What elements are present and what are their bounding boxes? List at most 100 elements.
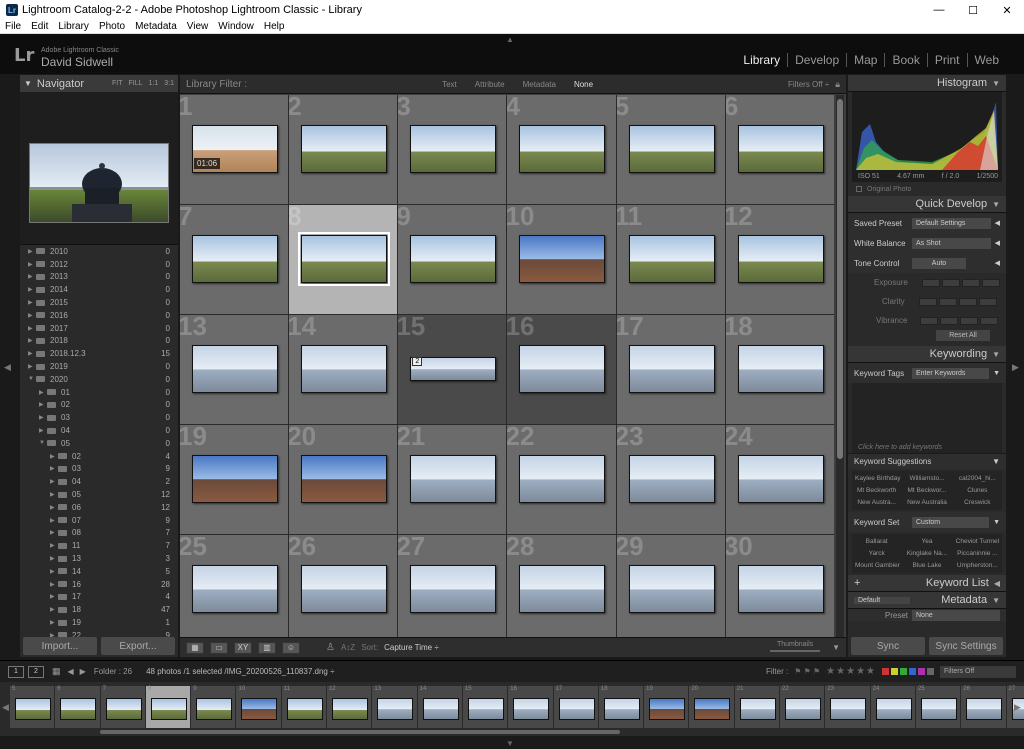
thumbnails-slider[interactable]: Thumbnails [770, 641, 821, 655]
original-photo-toggle[interactable]: Original Photo [848, 182, 1006, 196]
zoom-3-1[interactable]: 3:1 [164, 80, 174, 87]
menu-window[interactable]: Window [213, 21, 259, 32]
keyword-suggestions-header[interactable]: Keyword Suggestions ▼ [848, 453, 1006, 469]
photo-thumbnail[interactable] [410, 565, 497, 613]
menu-view[interactable]: View [182, 21, 214, 32]
rating-filter-stars[interactable]: ★★★★★ [826, 666, 876, 677]
expanded-triangle-icon[interactable]: ▼ [28, 376, 36, 382]
folder-row[interactable]: ▶ 2017 0 [20, 322, 178, 335]
expanded-triangle-icon[interactable]: ▼ [39, 440, 47, 446]
photo-thumbnail[interactable] [301, 345, 388, 393]
folder-row[interactable]: ▶ 2019 0 [20, 360, 178, 373]
keyword-entry-box[interactable]: Click here to add keywords [852, 383, 1002, 453]
import-button[interactable]: Import... [23, 637, 97, 655]
module-map[interactable]: Map [846, 53, 884, 67]
filmstrip-cell[interactable]: 13 [372, 686, 418, 728]
photo-thumbnail[interactable] [737, 125, 824, 173]
photo-thumbnail[interactable] [410, 125, 497, 173]
photo-thumbnail[interactable] [737, 235, 824, 283]
photo-thumbnail[interactable] [519, 455, 606, 503]
folder-row[interactable]: ▶ 18 47 [20, 603, 178, 616]
people-view-icon[interactable]: ☺ [282, 641, 300, 654]
menu-metadata[interactable]: Metadata [130, 21, 182, 32]
collapsed-triangle-icon[interactable]: ▶ [39, 427, 47, 434]
filmstrip-left-icon[interactable]: ◀ [2, 702, 9, 713]
photo-thumbnail[interactable] [298, 232, 391, 286]
grid-icon[interactable]: ▦ [52, 666, 61, 677]
photo-thumbnail[interactable] [628, 235, 715, 283]
folder-row[interactable]: ▶ 08 7 [20, 527, 178, 540]
dropdown-triangle-icon[interactable]: ▼ [993, 370, 1000, 377]
grid-cell[interactable]: 28 [507, 535, 616, 637]
folder-row[interactable]: ▶ 03 9 [20, 463, 178, 476]
right-panel-toggle-icon[interactable]: ▶ [1012, 362, 1019, 373]
collapsed-triangle-icon[interactable]: ▶ [28, 312, 36, 319]
grid-cell[interactable]: 30 [725, 535, 834, 637]
photo-thumbnail[interactable] [737, 455, 824, 503]
loupe-view-icon[interactable]: ▭ [210, 641, 228, 654]
photo-thumbnail[interactable] [628, 565, 715, 613]
folder-row[interactable]: ▶ 04 2 [20, 475, 178, 488]
folder-row[interactable]: ▶ 2013 0 [20, 271, 178, 284]
grid-cell[interactable]: 8 [289, 205, 398, 314]
survey-view-icon[interactable]: ▥ [258, 641, 276, 654]
collapsed-triangle-icon[interactable]: ▶ [50, 542, 58, 549]
filmstrip-scrollbar[interactable] [100, 730, 620, 734]
stack-count-badge[interactable]: 2 [412, 357, 423, 366]
collapsed-triangle-icon[interactable]: ▶ [50, 593, 58, 600]
collapsed-triangle-icon[interactable]: ▶ [50, 504, 58, 511]
filmstrip-cell[interactable]: 19 [644, 686, 690, 728]
keyword-chip[interactable]: Yarck [852, 548, 901, 559]
photo-thumbnail[interactable] [192, 345, 278, 393]
scrollbar-thumb[interactable] [837, 99, 843, 459]
sort-direction-icon[interactable]: A↕Z [341, 643, 355, 652]
grid-cell[interactable]: 14 [289, 315, 398, 424]
top-panel-toggle-icon[interactable]: ▲ [506, 35, 514, 44]
folder-row[interactable]: ▶ 11 7 [20, 539, 178, 552]
filmstrip-cell[interactable]: 18 [598, 686, 645, 728]
collapsed-triangle-icon[interactable]: ▶ [28, 273, 36, 280]
collapsed-triangle-icon[interactable]: ▶ [28, 286, 36, 293]
module-print[interactable]: Print [926, 53, 967, 67]
grid-cell[interactable]: 2 [289, 95, 398, 204]
grid-cell[interactable]: 25 [180, 535, 289, 637]
primary-window-button[interactable]: 1 [8, 665, 24, 678]
secondary-window-button[interactable]: 2 [28, 665, 44, 678]
photo-thumbnail[interactable] [628, 125, 715, 173]
menu-library[interactable]: Library [53, 21, 94, 32]
folder-row[interactable]: ▶ 06 12 [20, 501, 178, 514]
keyword-list-header[interactable]: + Keyword List ◀ [848, 575, 1006, 592]
collapsed-triangle-icon[interactable]: ▶ [50, 568, 58, 575]
keyword-chip[interactable]: Williamsto... [902, 473, 951, 484]
color-label-filter[interactable] [882, 668, 934, 675]
grid-cell[interactable]: 26 [289, 535, 398, 637]
filmstrip-cell[interactable]: 9 [191, 686, 237, 728]
keyword-chip[interactable]: Mount Gambier [852, 560, 901, 571]
folder-row[interactable]: ▶ 07 9 [20, 514, 178, 527]
minimize-button[interactable]: — [922, 0, 956, 20]
keyword-chip[interactable]: Ballarat [852, 536, 901, 547]
clarity-buttons[interactable] [918, 297, 997, 306]
menu-edit[interactable]: Edit [26, 21, 53, 32]
keyword-chip[interactable]: Cheviot Tunnel [953, 536, 1002, 547]
exposure-buttons[interactable] [921, 278, 1000, 287]
zoom-1-1[interactable]: 1:1 [149, 80, 159, 87]
compare-view-icon[interactable]: XY [234, 641, 252, 654]
filmstrip-cell[interactable]: 24 [870, 686, 916, 728]
filmstrip-cell[interactable]: 15 [462, 686, 509, 728]
zoom-fill[interactable]: FILL [129, 80, 143, 87]
keyword-chip[interactable]: cal2004_hi... [953, 473, 1002, 484]
filmstrip-cell[interactable]: 20 [689, 686, 735, 728]
keyword-tags-dropdown[interactable]: Enter Keywords [912, 367, 990, 379]
expand-triangle-icon[interactable]: ◀ [995, 259, 1000, 267]
module-web[interactable]: Web [966, 53, 1006, 67]
expand-triangle-icon[interactable]: ◀ [995, 239, 1000, 247]
folder-row[interactable]: ▶ 17 4 [20, 591, 178, 604]
keyword-chip[interactable]: New Austra... [852, 497, 901, 508]
grid-cell[interactable]: 15 2 [398, 315, 507, 424]
photo-thumbnail[interactable] [410, 455, 497, 503]
filter-tab-text[interactable]: Text [435, 79, 464, 90]
folder-row[interactable]: ▶ 2018.12.3 15 [20, 347, 178, 360]
metadata-header[interactable]: Default Metadata ▼ [848, 592, 1006, 609]
menu-help[interactable]: Help [259, 21, 290, 32]
